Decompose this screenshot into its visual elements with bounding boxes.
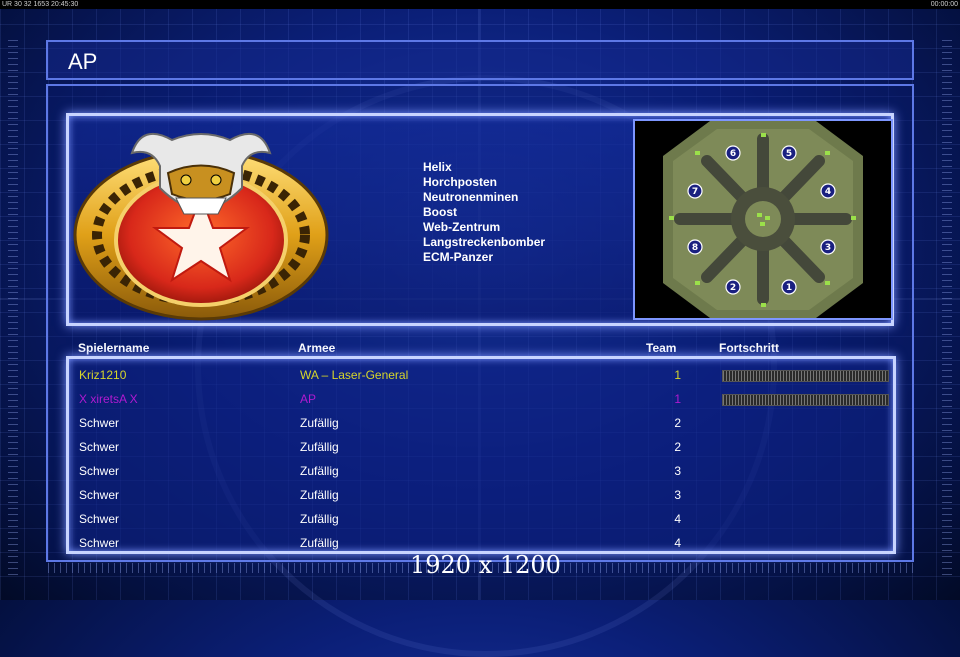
start-position-8: 8 [692,243,698,253]
page-title: AP [68,49,98,74]
loading-progress-bar [722,394,889,406]
power-item: Web-Zentrum [423,220,501,234]
player-team: 1 [674,368,681,382]
player-name: X xiretsA X [79,392,138,406]
power-item: ECM-Panzer [423,250,494,264]
overlay-clock-right: 00:00:00 [930,1,958,8]
column-header-name: Spielername [78,341,150,355]
start-position-3: 3 [825,243,831,253]
table-row: X xiretsA X AP 1 [69,387,893,411]
player-army: Zufällig [300,440,339,454]
start-position-6: 6 [730,149,736,159]
player-team: 2 [674,416,681,430]
table-row: Schwer Zufällig 2 [69,411,893,435]
overlay-status-bar: UR 30 32 1653 20:45:30 00:00:00 [0,0,960,9]
minimap-image: 1 2 3 4 5 6 7 8 [635,121,891,318]
loading-progress-bar [722,370,889,382]
player-army: Zufällig [300,464,339,478]
player-name: Schwer [79,416,120,430]
power-item: Boost [423,205,457,219]
player-name: Schwer [79,488,120,502]
player-team: 4 [674,536,681,550]
ruler-right [942,40,952,580]
player-name: Schwer [79,464,120,478]
player-team: 4 [674,512,681,526]
power-item: Horchposten [423,175,498,189]
faction-emblem-icon [73,132,329,321]
player-team: 3 [674,464,681,478]
player-army: Zufällig [300,512,339,526]
start-position-1: 1 [786,283,792,293]
player-name: Schwer [79,440,120,454]
overlay-stats-left: UR 30 32 1653 20:45:30 [2,1,79,8]
player-army: AP [300,392,317,406]
player-team: 3 [674,488,681,502]
player-name: Schwer [79,536,120,550]
table-row: Schwer Zufällig 3 [69,483,893,507]
title-bar: AP [46,40,914,80]
player-name: Kriz1210 [79,368,127,382]
player-army: Zufällig [300,488,339,502]
player-army: WA – Laser-General [300,368,409,382]
player-team: 2 [674,440,681,454]
player-table: Kriz1210 WA – Laser-General 1 X xiretsA … [66,356,896,554]
resolution-watermark: 1920 x 1200 [410,551,561,579]
player-army: Zufällig [300,416,339,430]
column-header-team: Team [646,341,677,355]
table-row: Schwer Zufällig 3 [69,459,893,483]
start-position-2: 2 [730,283,736,293]
start-position-4: 4 [825,187,831,197]
table-row: Schwer Zufällig 4 [69,507,893,531]
column-header-progress: Fortschritt [719,341,779,355]
power-item: Helix [423,160,452,174]
table-row: Kriz1210 WA – Laser-General 1 [69,363,893,387]
player-team: 1 [674,392,681,406]
general-powers-list: Helix Horchposten Neutronenminen Boost W… [423,160,545,265]
power-item: Neutronenminen [423,190,519,204]
table-row: Schwer Zufällig 2 [69,435,893,459]
column-header-army: Armee [298,341,336,355]
power-item: Langstreckenbomber [423,235,546,249]
player-army: Zufällig [300,536,339,550]
player-name: Schwer [79,512,120,526]
start-position-5: 5 [786,149,792,159]
minimap: 1 2 3 4 5 6 7 8 [633,119,893,320]
ruler-left [8,40,18,580]
start-position-7: 7 [692,187,698,197]
